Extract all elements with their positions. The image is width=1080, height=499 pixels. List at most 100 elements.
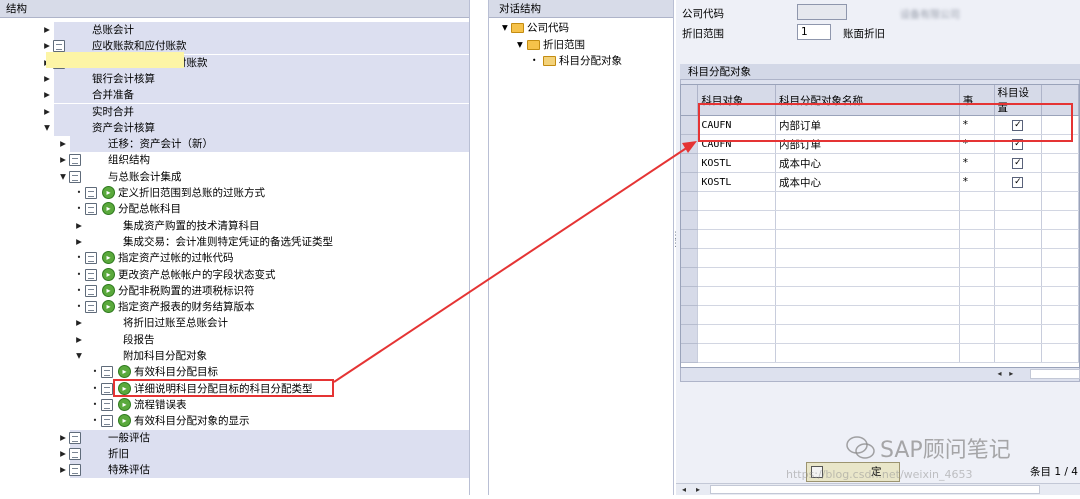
documentation-icon[interactable] [85,284,97,297]
documentation-icon[interactable] [69,431,81,444]
documentation-icon[interactable] [85,252,97,265]
row-selector[interactable] [681,286,699,306]
empty-cell[interactable] [697,267,776,287]
documentation-icon[interactable] [69,154,81,167]
table-row[interactable]: KOSTL 成本中心 * ✓ [681,153,1079,173]
empty-cell[interactable] [697,229,776,249]
tree-row[interactable]: ▶ 将折旧过账至总账会计 [0,315,469,331]
cell-event[interactable]: * [959,172,995,192]
tree-row[interactable]: • ▸ 定义折旧范围到总账的过账方式 [0,185,469,201]
execute-icon[interactable]: ▸ [118,397,131,411]
execute-icon[interactable]: ▸ [118,365,131,379]
expand-arrow-icon[interactable]: ▶ [74,234,84,250]
empty-cell[interactable] [994,191,1043,211]
tree-row[interactable]: ▶ 总账会计 [0,22,469,38]
empty-cell[interactable] [775,343,960,363]
collapse-arrow-icon[interactable]: ▼ [42,120,52,136]
expand-arrow-icon[interactable]: ▶ [58,152,68,168]
scroll-left-icon[interactable]: ◂ [682,484,686,496]
empty-cell[interactable] [959,191,995,211]
empty-cell[interactable] [775,248,960,268]
documentation-icon[interactable] [85,203,97,216]
empty-table-row[interactable] [681,248,1079,268]
collapse-arrow-icon[interactable]: ▼ [502,20,508,36]
row-selector[interactable] [681,134,699,154]
collapse-arrow-icon[interactable]: ▼ [517,37,523,53]
empty-cell[interactable] [994,324,1043,344]
empty-table-row[interactable] [681,324,1079,344]
empty-cell[interactable] [775,324,960,344]
empty-cell[interactable] [697,343,776,363]
tree-row[interactable]: • ▸ 有效科目分配目标 [0,364,469,380]
empty-cell[interactable] [775,229,960,249]
cell-account-setting[interactable]: ✓ [994,172,1043,192]
table-hscroll-arrows[interactable]: ◂ ▸ [995,368,1029,380]
empty-cell[interactable] [959,305,995,325]
table-row[interactable]: KOSTL 成本中心 * ✓ [681,172,1079,192]
empty-table-row[interactable] [681,229,1079,249]
row-selector[interactable] [681,229,699,249]
documentation-icon[interactable] [85,268,97,281]
collapse-arrow-icon[interactable]: ▼ [58,169,68,185]
expand-arrow-icon[interactable]: ▶ [74,218,84,234]
empty-cell[interactable] [959,286,995,306]
documentation-icon[interactable] [53,40,65,53]
empty-cell[interactable] [697,324,776,344]
empty-cell[interactable] [775,267,960,287]
execute-icon[interactable]: ▸ [118,414,131,428]
empty-table-row[interactable] [681,343,1079,363]
empty-cell[interactable] [994,210,1043,230]
cell-object[interactable]: KOSTL [697,172,776,192]
row-selector[interactable] [681,153,699,173]
collapse-arrow-icon[interactable]: ▼ [74,348,84,364]
tree-row[interactable]: ▶ 银行会计核算 [0,70,469,87]
empty-cell[interactable] [959,267,995,287]
tree-row[interactable]: ▶ 折旧 [0,445,469,462]
tree-row[interactable]: ▶ 集成交易：会计准则特定凭证的备选凭证类型 [0,234,469,250]
documentation-icon[interactable] [69,447,81,460]
tree-row[interactable]: ▶ 迁移：资产会计（新） [0,136,469,153]
empty-cell[interactable] [697,191,776,211]
empty-table-row[interactable] [681,267,1079,287]
cell-event[interactable]: * [959,153,995,173]
tree-row[interactable]: ▼ 附加科目分配对象 [0,348,469,364]
execute-icon[interactable]: ▸ [102,300,115,314]
tree-row[interactable]: ▶ 段报告 [0,332,469,348]
empty-table-row[interactable] [681,286,1079,306]
row-selector[interactable] [681,248,699,268]
expand-arrow-icon[interactable]: ▶ [58,462,68,478]
depr-area-field[interactable]: 1 [797,24,831,40]
documentation-icon[interactable] [101,366,113,379]
empty-cell[interactable] [775,305,960,325]
row-selector[interactable] [681,267,699,287]
empty-cell[interactable] [994,267,1043,287]
tree-row[interactable]: ▶ 集成资产购置的技术清算科目 [0,218,469,234]
checkbox[interactable]: ✓ [1012,176,1024,188]
empty-cell[interactable] [697,248,776,268]
expand-arrow-icon[interactable]: ▶ [42,104,52,120]
tree-row[interactable]: ▶ 实时合并 [0,103,469,120]
expand-arrow-icon[interactable]: ▶ [74,332,84,348]
empty-table-row[interactable] [681,210,1079,230]
execute-icon[interactable]: ▸ [102,202,115,216]
company-code-field[interactable] [797,4,847,20]
expand-arrow-icon[interactable]: ▶ [42,87,52,103]
tree-row[interactable]: • ▸ 指定资产报表的财务结算版本 [0,299,469,315]
cell-account-setting[interactable]: ✓ [994,153,1043,173]
empty-cell[interactable] [994,286,1043,306]
empty-table-row[interactable] [681,305,1079,325]
tree-row[interactable]: ▶ 组织结构 [0,152,469,168]
execute-icon[interactable]: ▸ [102,283,115,297]
empty-cell[interactable] [959,324,995,344]
row-selector[interactable] [681,191,699,211]
empty-cell[interactable] [775,210,960,230]
documentation-icon[interactable] [101,382,113,395]
empty-cell[interactable] [994,248,1043,268]
empty-cell[interactable] [959,229,995,249]
tree-row[interactable]: ▶ 一般评估 [0,429,469,446]
documentation-icon[interactable] [85,301,97,314]
expand-arrow-icon[interactable]: ▶ [42,22,52,38]
tree-row[interactable]: • ▸ 指定资产过帐的过帐代码 [0,250,469,266]
documentation-icon[interactable] [101,398,113,411]
tree-row[interactable]: • ▸ 流程错误表 [0,397,469,413]
